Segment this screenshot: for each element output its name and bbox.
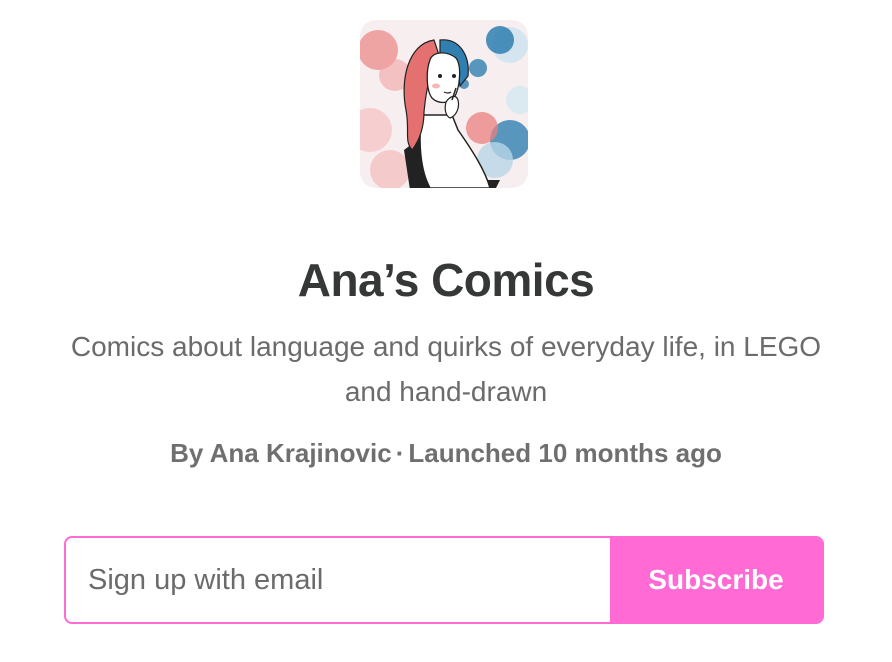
publication-description: Comics about language and quirks of ever… [70, 331, 822, 407]
launch-date: Launched 10 months ago [408, 438, 722, 468]
subscribe-form: Subscribe [64, 536, 824, 624]
byline-separator: · [395, 438, 405, 468]
publication-logo [360, 20, 528, 188]
publication-title: Ana’s Comics [297, 254, 595, 306]
publication-byline: By Ana Krajinovic · Launched 10 months ago [0, 435, 892, 471]
subscribe-button[interactable]: Subscribe [610, 538, 822, 622]
author-byline[interactable]: By Ana Krajinovic [170, 438, 392, 468]
publication-landing: Ana’s Comics Comics about language and q… [0, 0, 892, 662]
email-input[interactable] [66, 538, 610, 622]
